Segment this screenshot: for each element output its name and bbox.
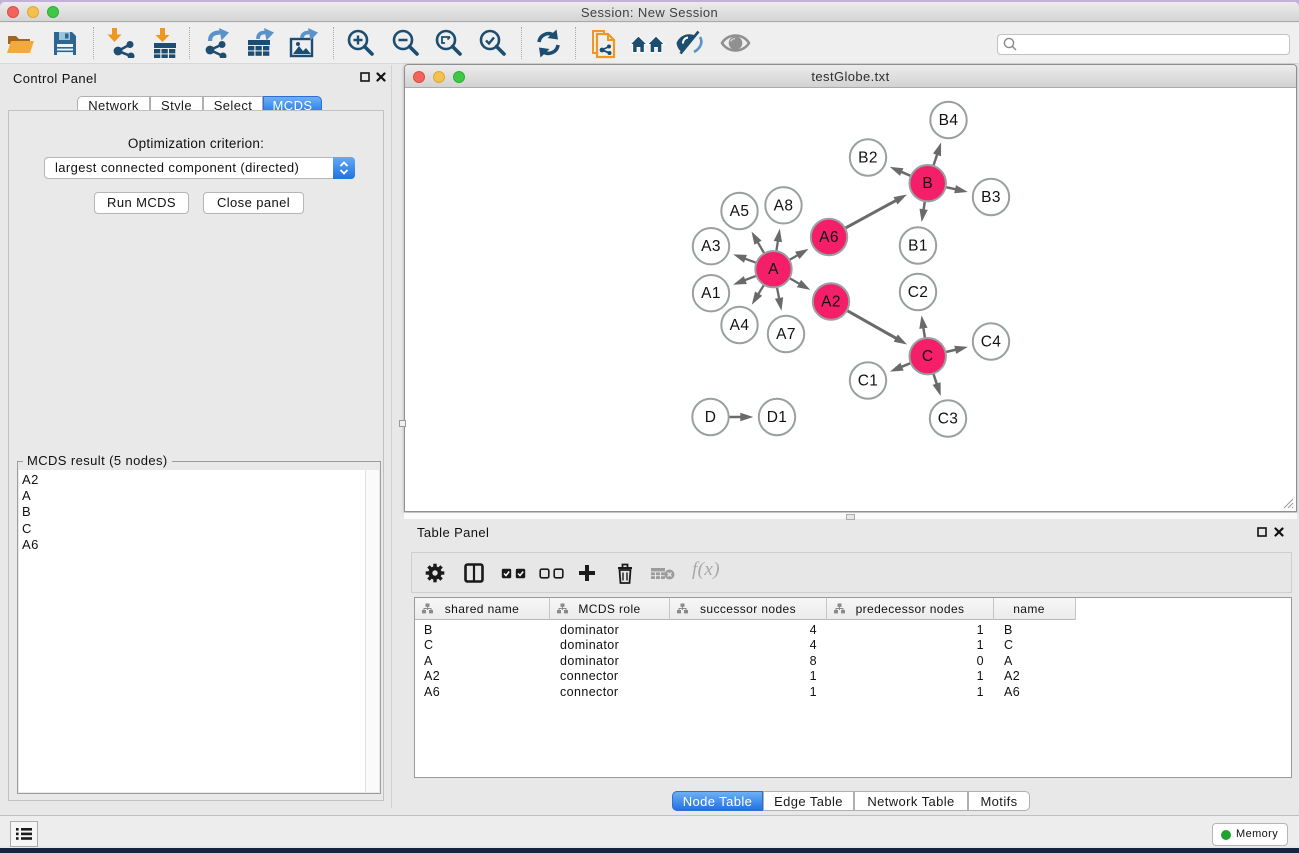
svg-text:A2: A2: [821, 294, 841, 311]
svg-text:A7: A7: [776, 326, 796, 343]
svg-text:C1: C1: [858, 373, 879, 390]
svg-text:A8: A8: [774, 197, 794, 214]
svg-text:D: D: [705, 409, 717, 426]
svg-text:C: C: [922, 348, 934, 365]
svg-text:B4: B4: [939, 112, 959, 129]
svg-text:D1: D1: [767, 409, 788, 426]
svg-text:C4: C4: [981, 334, 1002, 351]
svg-text:A6: A6: [819, 229, 839, 246]
svg-text:B2: B2: [858, 150, 878, 167]
svg-text:B: B: [922, 175, 933, 192]
svg-text:B3: B3: [981, 189, 1001, 206]
svg-text:C2: C2: [908, 284, 929, 301]
svg-text:C3: C3: [938, 411, 959, 428]
svg-text:A3: A3: [701, 238, 721, 255]
svg-text:B1: B1: [908, 238, 928, 255]
svg-text:A1: A1: [701, 285, 721, 302]
svg-text:A5: A5: [730, 203, 750, 220]
svg-text:A4: A4: [730, 317, 750, 334]
svg-text:A: A: [768, 261, 779, 278]
